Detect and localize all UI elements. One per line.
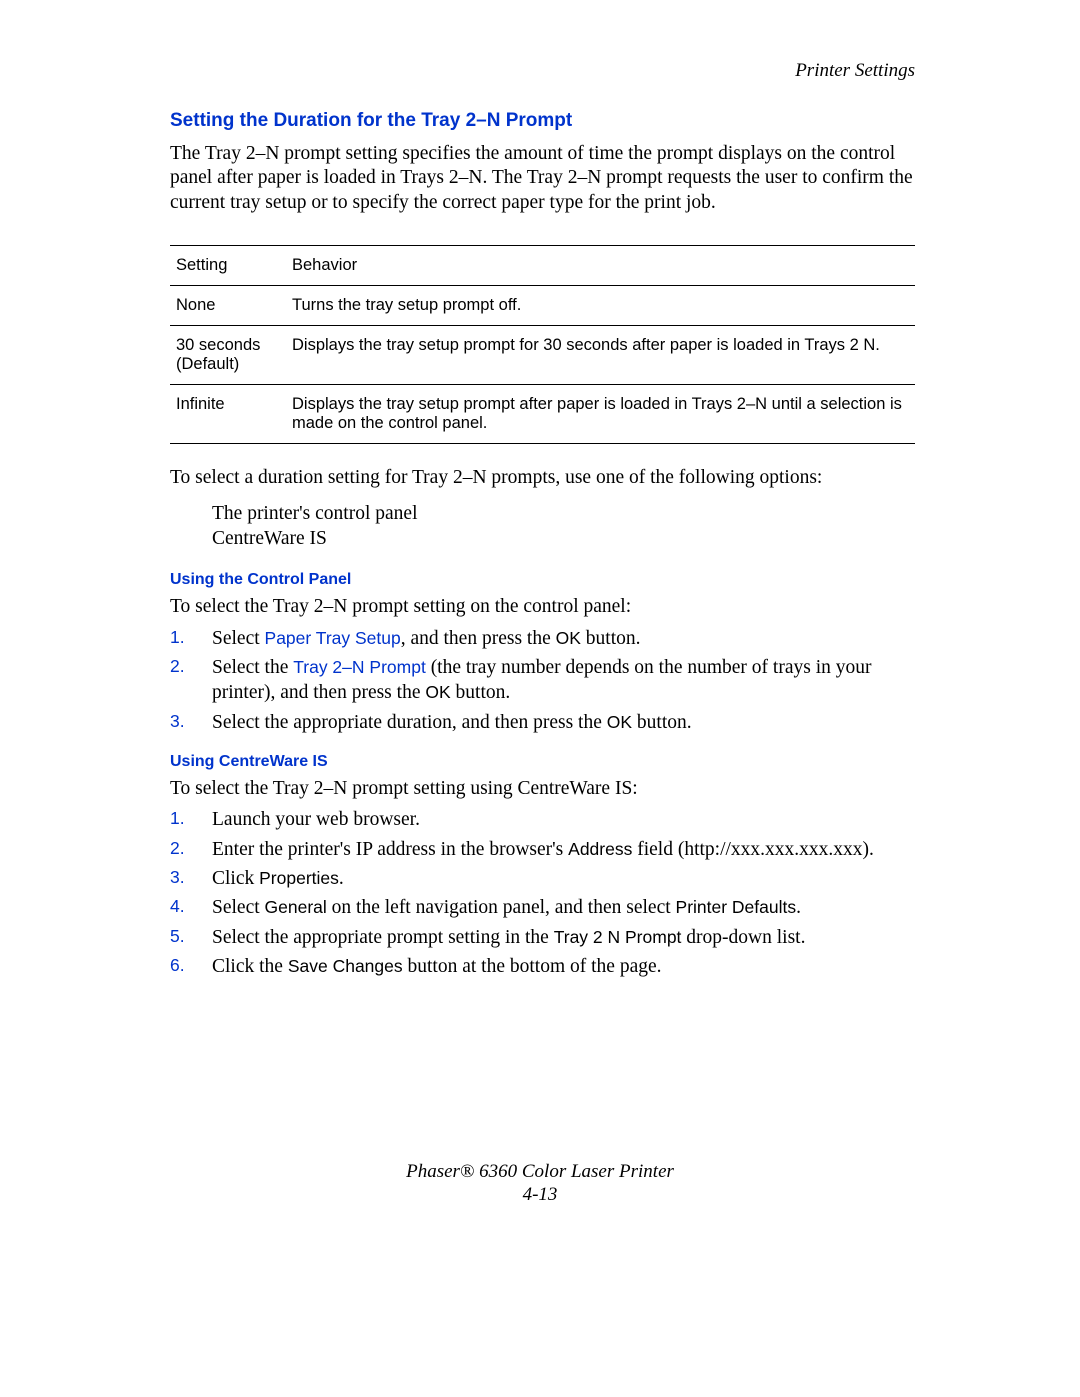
save-changes-label: Save Changes: [288, 956, 403, 976]
general-label: General: [265, 897, 327, 917]
step-text: Select Paper Tray Setup, and then press …: [212, 626, 915, 651]
page: Printer Settings Setting the Duration fo…: [0, 0, 1080, 1397]
properties-label: Properties: [259, 868, 339, 888]
cp-steps: 1. Select Paper Tray Setup, and then pre…: [170, 626, 915, 735]
page-footer: Phaser® 6360 Color Laser Printer 4-13: [0, 1160, 1080, 1208]
list-item: 3. Click Properties.: [170, 866, 915, 891]
list-item: 4. Select General on the left navigation…: [170, 895, 915, 920]
subsection-title: Using the Control Panel: [170, 571, 915, 589]
option-item: CentreWare IS: [212, 526, 915, 551]
ok-button-label: OK: [556, 628, 581, 648]
list-item: 1. Select Paper Tray Setup, and then pre…: [170, 626, 915, 651]
cell-setting: 30 seconds (Default): [170, 326, 292, 385]
step-number: 3.: [170, 866, 212, 891]
step-text: Select the appropriate duration, and the…: [212, 710, 915, 735]
list-item: 1. Launch your web browser.: [170, 807, 915, 832]
table-row: 30 seconds (Default) Displays the tray s…: [170, 326, 915, 385]
footer-page-number: 4-13: [0, 1183, 1080, 1207]
cell-setting: None: [170, 286, 292, 326]
intro-paragraph: The Tray 2–N prompt setting specifies th…: [170, 142, 915, 215]
table-row: Infinite Displays the tray setup prompt …: [170, 385, 915, 444]
ok-button-label: OK: [425, 682, 450, 702]
col-header-setting: Setting: [170, 246, 292, 286]
select-intro: To select a duration setting for Tray 2–…: [170, 466, 915, 490]
list-item: 5. Select the appropriate prompt setting…: [170, 925, 915, 950]
printer-defaults-label: Printer Defaults: [676, 897, 797, 917]
cell-behavior: Turns the tray setup prompt off.: [292, 286, 915, 326]
step-text: Select General on the left navigation pa…: [212, 895, 915, 920]
dropdown-label: Tray 2 N Prompt: [554, 927, 682, 947]
step-text: Click the Save Changes button at the bot…: [212, 954, 915, 979]
table-row: None Turns the tray setup prompt off.: [170, 286, 915, 326]
list-item: 3. Select the appropriate duration, and …: [170, 710, 915, 735]
step-text: Select the Tray 2–N Prompt (the tray num…: [212, 655, 915, 706]
cell-behavior: Displays the tray setup prompt after pap…: [292, 385, 915, 444]
col-header-behavior: Behavior: [292, 246, 915, 286]
settings-table: Setting Behavior None Turns the tray set…: [170, 245, 915, 444]
step-number: 1.: [170, 807, 212, 832]
list-item: 2. Select the Tray 2–N Prompt (the tray …: [170, 655, 915, 706]
options-list: The printer's control panel CentreWare I…: [212, 501, 915, 552]
step-number: 5.: [170, 925, 212, 950]
step-number: 3.: [170, 710, 212, 735]
step-number: 6.: [170, 954, 212, 979]
step-text: Enter the printer's IP address in the br…: [212, 837, 915, 862]
footer-product: Phaser® 6360 Color Laser Printer: [0, 1160, 1080, 1184]
page-header-section: Printer Settings: [170, 60, 915, 82]
list-item: 2. Enter the printer's IP address in the…: [170, 837, 915, 862]
cw-steps: 1. Launch your web browser. 2. Enter the…: [170, 807, 915, 979]
cell-behavior: Displays the tray setup prompt for 30 se…: [292, 326, 915, 385]
step-text: Click Properties.: [212, 866, 915, 891]
section-title: Setting the Duration for the Tray 2–N Pr…: [170, 110, 915, 132]
ok-button-label: OK: [607, 712, 632, 732]
step-number: 2.: [170, 837, 212, 862]
option-item: The printer's control panel: [212, 501, 915, 526]
step-text: Launch your web browser.: [212, 807, 915, 832]
field-label: Address: [568, 839, 632, 859]
step-number: 2.: [170, 655, 212, 706]
cell-setting: Infinite: [170, 385, 292, 444]
menu-item: Paper Tray Setup: [265, 628, 401, 648]
subsection-title: Using CentreWare IS: [170, 753, 915, 771]
step-text: Select the appropriate prompt setting in…: [212, 925, 915, 950]
cp-intro: To select the Tray 2–N prompt setting on…: [170, 595, 915, 619]
cw-intro: To select the Tray 2–N prompt setting us…: [170, 777, 915, 801]
menu-item: Tray 2–N Prompt: [293, 657, 426, 677]
step-number: 1.: [170, 626, 212, 651]
step-number: 4.: [170, 895, 212, 920]
table-header-row: Setting Behavior: [170, 246, 915, 286]
list-item: 6. Click the Save Changes button at the …: [170, 954, 915, 979]
